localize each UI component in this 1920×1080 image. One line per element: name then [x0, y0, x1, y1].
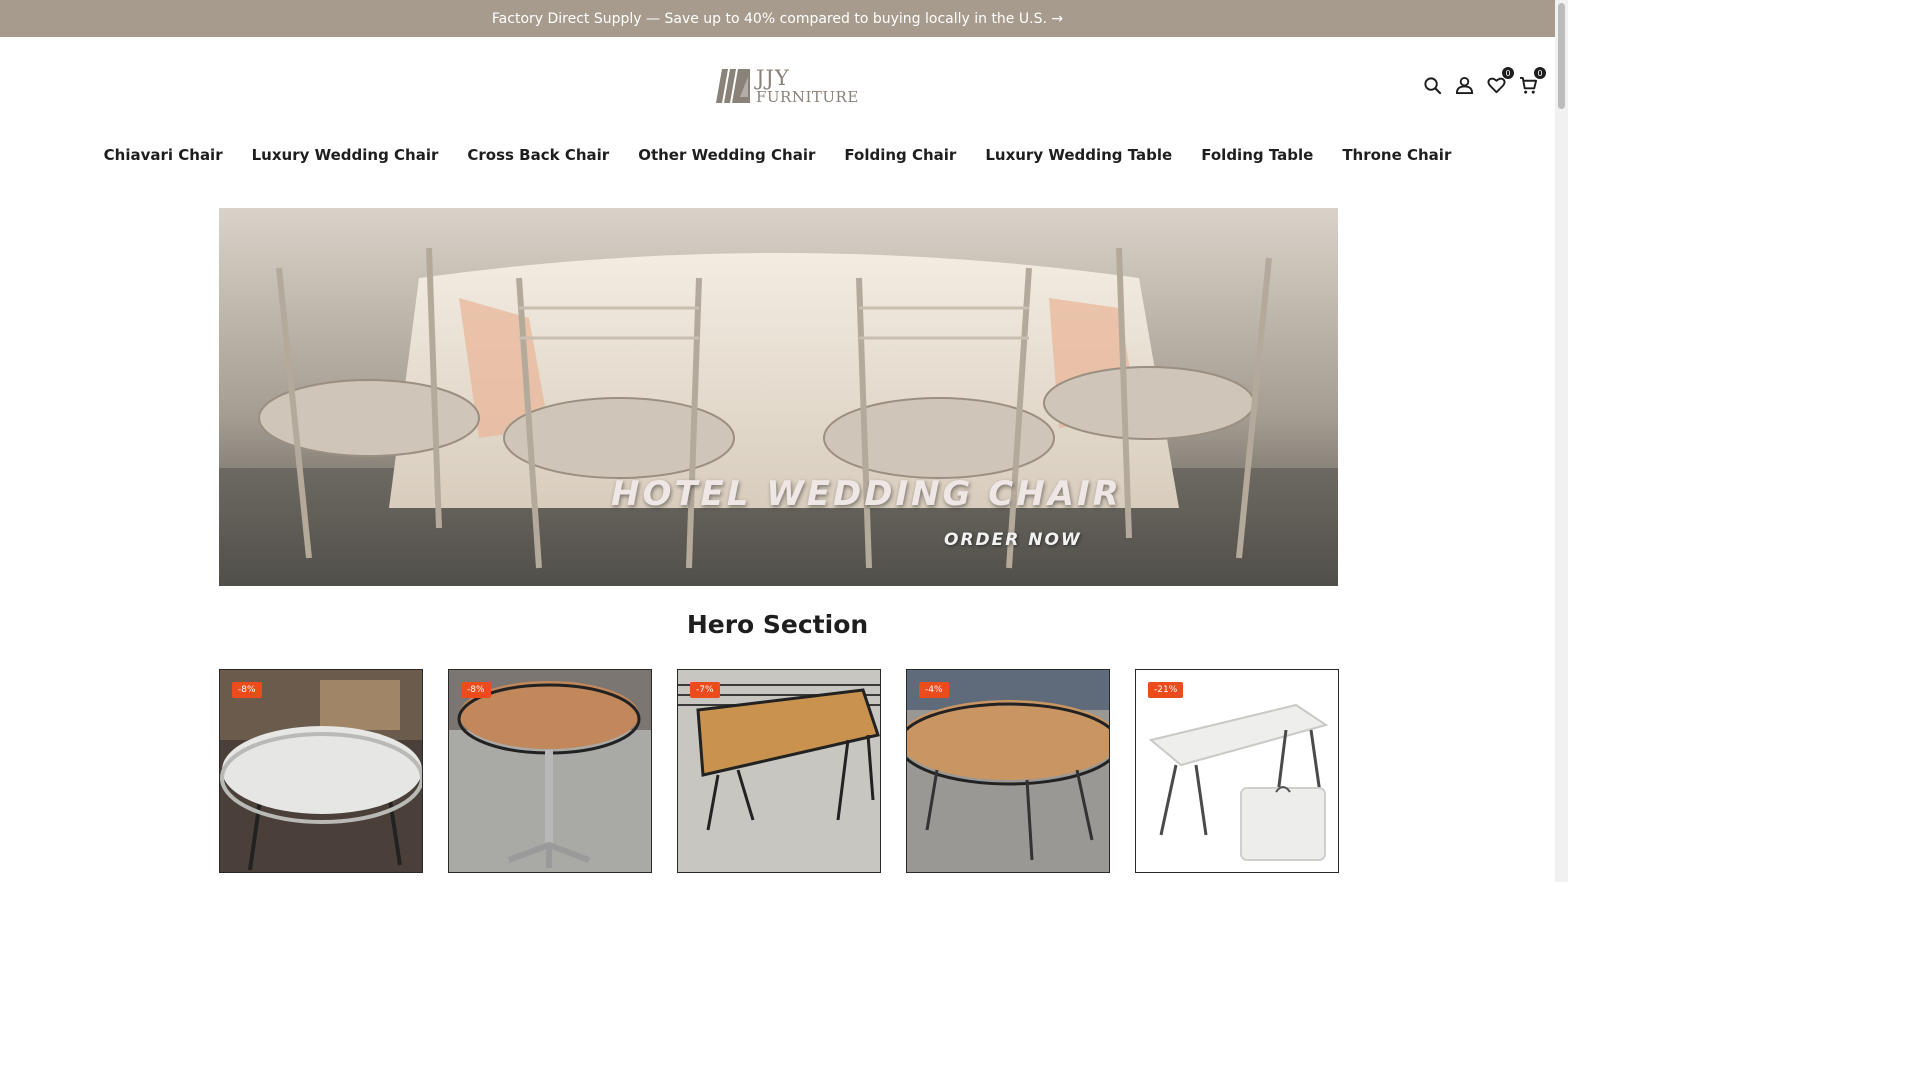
- discount-badge: -8%: [232, 682, 262, 698]
- logo-line-1: JJY: [756, 65, 790, 90]
- cart-count-badge: 0: [1534, 67, 1546, 79]
- site-logo[interactable]: JJY FURNITURE: [714, 66, 859, 106]
- product-card[interactable]: -8%: [219, 669, 423, 873]
- hero-title: HOTEL WEDDING CHAIR: [611, 474, 1122, 514]
- pedestal-table-image: [449, 670, 651, 872]
- nav-item-folding-chair[interactable]: Folding Chair: [844, 146, 956, 164]
- rectangular-table-image: [678, 670, 880, 872]
- folding-table-image: [1136, 670, 1338, 872]
- product-card[interactable]: -4%: [906, 669, 1110, 873]
- nav-item-luxury-wedding-table[interactable]: Luxury Wedding Table: [985, 146, 1172, 164]
- discount-badge: -7%: [690, 682, 720, 698]
- logo-line-2: FURNITURE: [756, 87, 859, 106]
- heart-icon: [1487, 77, 1506, 93]
- main-navigation: Chiavari Chair Luxury Wedding Chair Cros…: [0, 146, 1555, 164]
- announcement-text[interactable]: Factory Direct Supply — Save up to 40% c…: [492, 11, 1063, 27]
- page-scrollbar[interactable]: [1555, 0, 1568, 882]
- product-card[interactable]: -7%: [677, 669, 881, 873]
- discount-badge: -8%: [461, 682, 491, 698]
- cart-icon: [1519, 76, 1538, 94]
- section-title: Hero Section: [686, 610, 869, 639]
- product-grid: -8% -8% -7% -4% -21%: [219, 669, 1339, 873]
- nav-item-folding-table[interactable]: Folding Table: [1201, 146, 1313, 164]
- hero-image: [219, 208, 1338, 586]
- wishlist-count-badge: 0: [1502, 67, 1514, 79]
- announcement-bar[interactable]: Factory Direct Supply — Save up to 40% c…: [0, 0, 1555, 37]
- nav-item-luxury-wedding-chair[interactable]: Luxury Wedding Chair: [252, 146, 439, 164]
- nav-item-other-wedding-chair[interactable]: Other Wedding Chair: [638, 146, 815, 164]
- search-button[interactable]: [1422, 74, 1443, 96]
- logo-wordmark: JJY FURNITURE: [756, 65, 859, 106]
- product-card[interactable]: -21%: [1135, 669, 1339, 873]
- nav-item-chiavari-chair[interactable]: Chiavari Chair: [104, 146, 223, 164]
- header-actions: 0 0: [1422, 67, 1546, 96]
- logo-mark-icon: [716, 69, 750, 103]
- account-button[interactable]: [1454, 74, 1475, 96]
- nav-item-cross-back-chair[interactable]: Cross Back Chair: [467, 146, 609, 164]
- round-table-image: [220, 670, 422, 872]
- hero-order-now-link[interactable]: ORDER NOW: [944, 530, 1082, 550]
- nav-item-throne-chair[interactable]: Throne Chair: [1342, 146, 1451, 164]
- large-round-table-image: [907, 670, 1109, 872]
- wishlist-button[interactable]: 0: [1486, 67, 1514, 96]
- search-icon: [1424, 76, 1442, 94]
- product-card[interactable]: -8%: [448, 669, 652, 873]
- discount-badge: -4%: [919, 682, 949, 698]
- hero-banner[interactable]: HOTEL WEDDING CHAIR ORDER NOW: [219, 208, 1338, 586]
- discount-badge: -21%: [1148, 682, 1184, 698]
- cart-button[interactable]: 0: [1518, 67, 1546, 96]
- scrollbar-thumb[interactable]: [1558, 3, 1565, 109]
- account-icon: [1455, 76, 1474, 94]
